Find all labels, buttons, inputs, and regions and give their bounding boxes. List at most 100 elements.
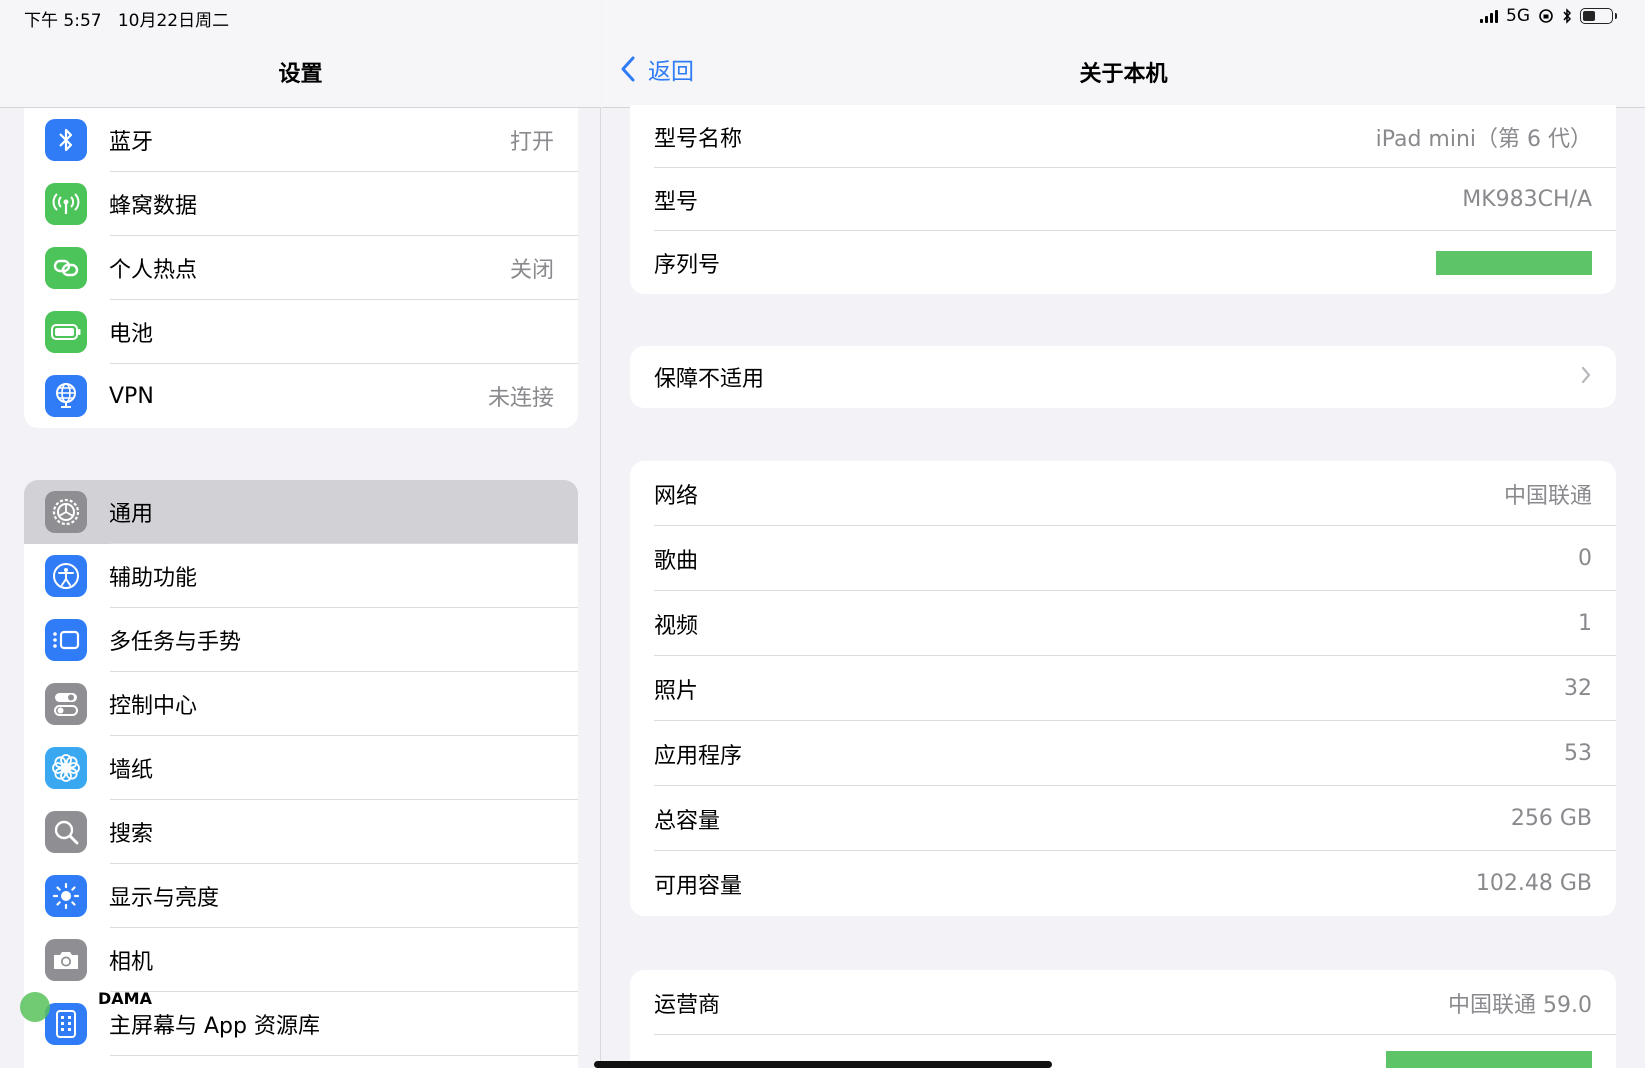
row-value: 关闭 (509, 258, 554, 283)
info-row: 型号 MK983CH/A (630, 168, 1616, 231)
settings-group-connectivity: 蓝牙 打开蜂窝数据个人热点 关闭电池 VPN 未连接 (24, 108, 578, 428)
row-label: VPN (109, 383, 154, 409)
info-label: 应用程序 (654, 743, 743, 769)
info-label: 视频 (654, 613, 699, 639)
carrier-card: 运营商 中国联通 59.0 (630, 970, 1616, 1068)
row-label: 墙纸 (109, 758, 154, 783)
globe-icon (45, 375, 87, 417)
sidebar-row-accessibility[interactable]: 辅助功能 (24, 544, 578, 608)
info-label: 可用容量 (654, 873, 743, 899)
sidebar-row-toggles[interactable]: 控制中心 (24, 672, 578, 736)
info-row: 序列号 (630, 231, 1616, 294)
settings-sidebar: 设置 蓝牙 打开蜂窝数据个人热点 关闭电池 VPN 未连接 通用辅助功能多任务与手势 控制… (0, 0, 601, 1068)
sun-icon (45, 875, 87, 917)
network-type: 5G (1506, 6, 1530, 26)
bluetooth-status-icon (1563, 8, 1572, 24)
row-label: 个人热点 (109, 258, 198, 283)
info-label: 运营商 (654, 992, 721, 1018)
info-row: 可用容量 102.48 GB (630, 851, 1616, 916)
battery-icon (45, 311, 87, 353)
info-label: 型号名称 (654, 126, 743, 152)
info-row: 应用程序 53 (630, 721, 1616, 786)
sidebar-row-flower[interactable]: 墙纸 (24, 736, 578, 800)
status-bar: 下午 5:57 10月22日周二 5G (0, 0, 1645, 34)
info-label: 歌曲 (654, 548, 699, 574)
watermark-text: DAMA (98, 988, 152, 1008)
info-label: 序列号 (654, 252, 721, 278)
info-row: 照片 32 (630, 656, 1616, 721)
row-label: 多任务与手势 (109, 630, 242, 655)
info-value: 102.48 GB (1475, 871, 1592, 896)
row-label: 蓝牙 (109, 130, 154, 155)
cellular-signal-icon (1480, 9, 1498, 23)
info-row: 歌曲 0 (630, 526, 1616, 591)
info-row: 网络 中国联通 (630, 461, 1616, 526)
row-label: 辅助功能 (109, 566, 198, 591)
status-clock: 下午 5:57 (24, 11, 102, 31)
row-separator (110, 1055, 578, 1056)
sidebar-row-bluetooth[interactable]: 蓝牙 打开 (24, 108, 578, 172)
toggles-icon (45, 683, 87, 725)
multitask-icon (45, 619, 87, 661)
sidebar-row-globe[interactable]: VPN 未连接 (24, 364, 578, 428)
home-indicator[interactable] (594, 1061, 1052, 1068)
device-info-card: 型号名称 iPad mini（第 6 代） 型号 MK983CH/A 序列号 (630, 105, 1616, 294)
info-row[interactable]: 保障不适用 (630, 346, 1616, 408)
info-value: 53 (1564, 741, 1592, 766)
watermark: DAMA (20, 988, 152, 1022)
row-label: 控制中心 (109, 694, 198, 719)
search-icon (45, 811, 87, 853)
status-date: 10月22日周二 (117, 11, 230, 31)
number-redaction-bar (1386, 1050, 1592, 1068)
sidebar-title: 设置 (278, 62, 323, 87)
status-right: 5G (1480, 6, 1617, 26)
info-value: 中国联通 (1503, 483, 1592, 509)
row-label: 相机 (109, 950, 154, 975)
sidebar-row-search[interactable]: 搜索 (24, 800, 578, 864)
flower-icon (45, 747, 87, 789)
detail-title: 关于本机 (1079, 62, 1168, 87)
info-row: 型号名称 iPad mini（第 6 代） (630, 105, 1616, 168)
sidebar-row-battery[interactable]: 电池 (24, 300, 578, 364)
row-label: 搜索 (109, 822, 154, 847)
info-row: 视频 1 (630, 591, 1616, 656)
status-time: 下午 5:57 10月22日周二 (24, 6, 229, 31)
sidebar-row-sun[interactable]: 显示与亮度 (24, 864, 578, 928)
chevron-right-icon (1580, 365, 1592, 389)
gear-icon (45, 491, 87, 533)
row-label: 通用 (109, 502, 154, 527)
sidebar-row-gear[interactable]: 通用 (24, 480, 578, 544)
antenna-icon (45, 183, 87, 225)
watermark-dot-icon (20, 992, 50, 1022)
sidebar-row-multitask[interactable]: 多任务与手势 (24, 608, 578, 672)
about-detail-panel: 返回 关于本机 型号名称 iPad mini（第 6 代） 型号 MK983CH/A 序… (602, 0, 1645, 1068)
info-label: 型号 (654, 189, 699, 215)
media-stats-card: 网络 中国联通歌曲 0 视频 1 照片 32 应用程序 53 总容量 256 GB 可用容量 102.4… (630, 461, 1616, 916)
coverage-card: 保障不适用 (630, 346, 1616, 408)
accessibility-icon (45, 555, 87, 597)
bluetooth-icon (45, 119, 87, 161)
serial-redaction-bar (1436, 250, 1592, 275)
info-label: 照片 (654, 678, 699, 704)
settings-group-general: 通用辅助功能多任务与手势 控制中心墙纸搜索显示与亮度相机主屏幕与 App 资源库 (24, 480, 578, 1068)
sidebar-row-hotspot-link[interactable]: 个人热点 关闭 (24, 236, 578, 300)
battery-status-icon (1580, 8, 1617, 24)
row-value: 打开 (509, 130, 554, 155)
info-value: 256 GB (1510, 806, 1592, 831)
info-row: 总容量 256 GB (630, 786, 1616, 851)
sidebar-row-camera[interactable]: 相机 (24, 928, 578, 992)
sidebar-row-antenna[interactable]: 蜂窝数据 (24, 172, 578, 236)
row-label: 电池 (109, 322, 154, 347)
orientation-lock-icon (1539, 9, 1553, 23)
info-value: 1 (1578, 611, 1592, 636)
row-label: 显示与亮度 (109, 886, 220, 911)
info-value: 中国联通 59.0 (1448, 992, 1592, 1018)
info-label: 保障不适用 (654, 367, 765, 392)
info-label: 总容量 (654, 808, 721, 834)
info-value: iPad mini（第 6 代） (1375, 126, 1592, 152)
row-label: 主屏幕与 App 资源库 (109, 1014, 320, 1039)
row-label: 蜂窝数据 (109, 194, 198, 219)
camera-icon (45, 939, 87, 981)
row-value: 未连接 (487, 386, 554, 411)
info-label: 网络 (654, 483, 699, 509)
